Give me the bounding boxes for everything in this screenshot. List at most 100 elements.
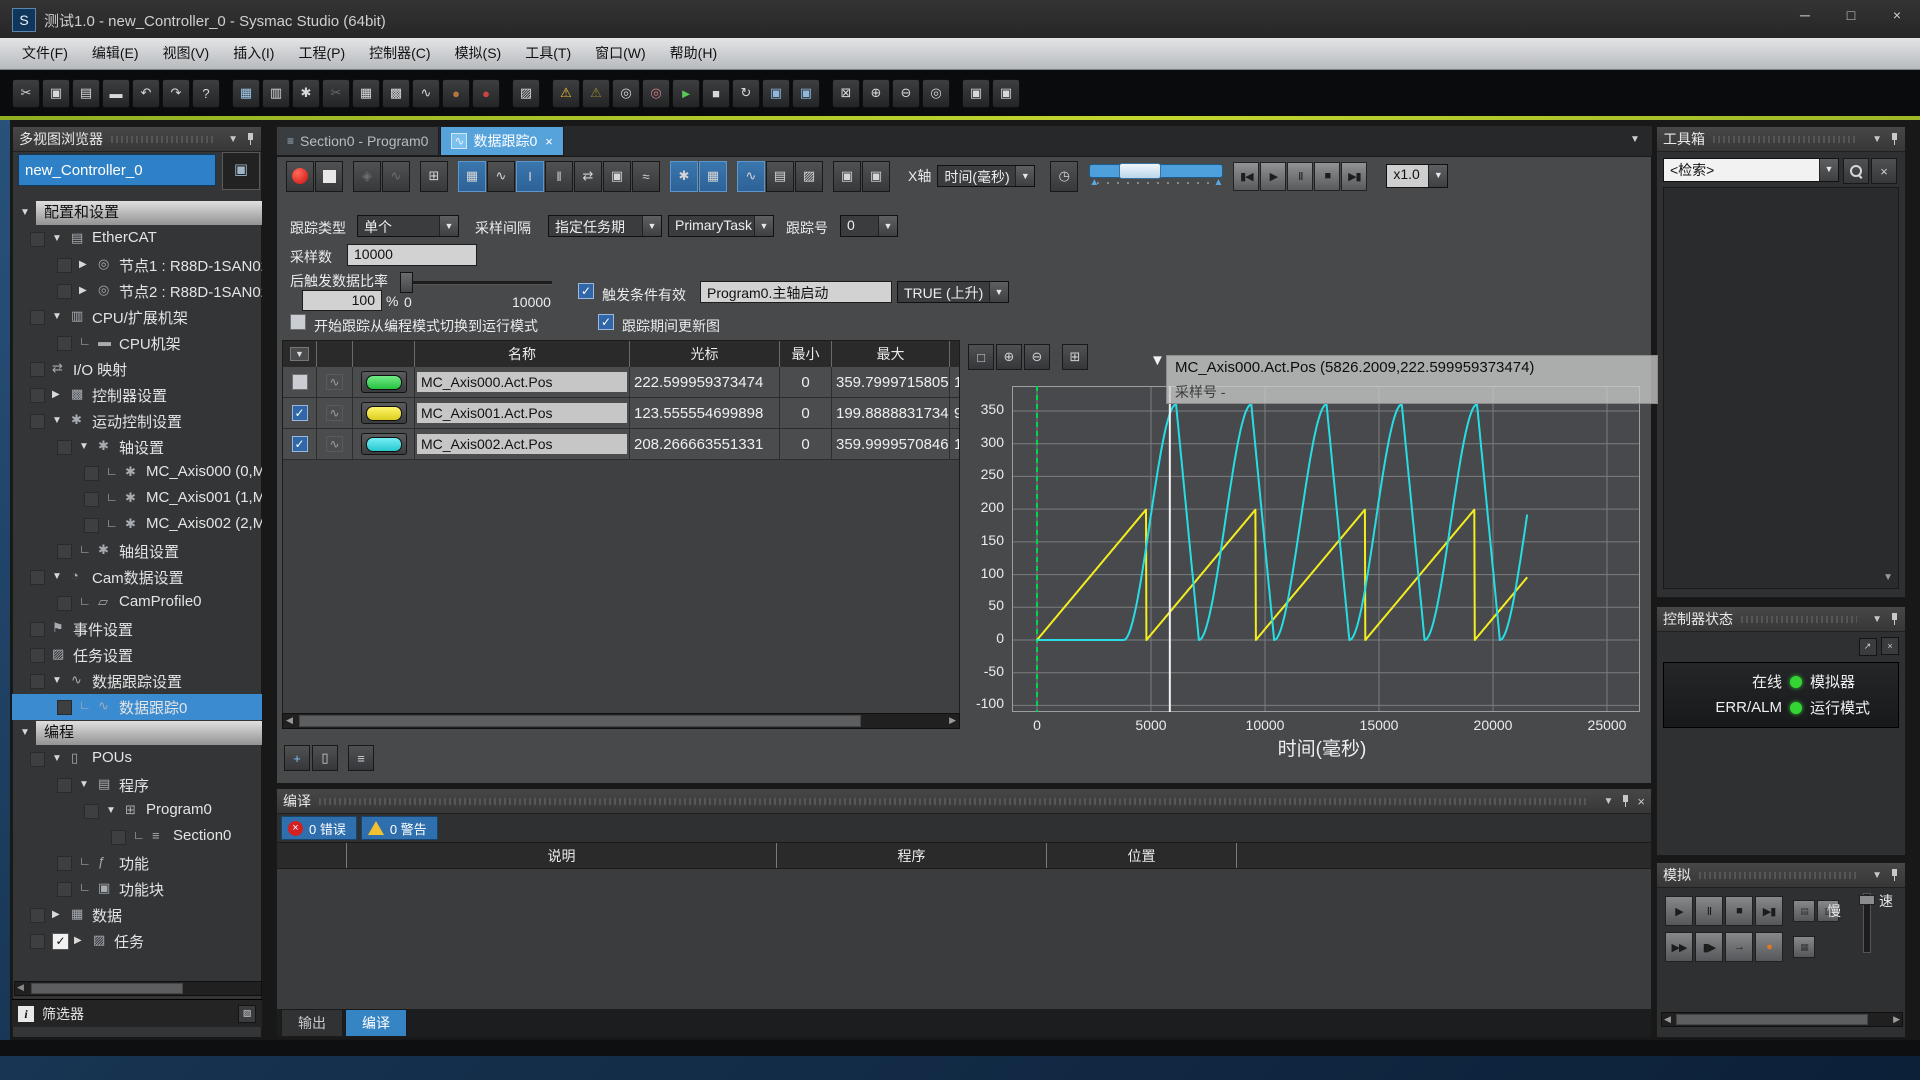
filter-bar[interactable]: i 筛选器 ▨ xyxy=(12,999,262,1027)
bottom-tab-2[interactable]: 编译 xyxy=(345,1009,407,1037)
delete-variable-button[interactable]: ▯ xyxy=(312,745,338,771)
scroll-left-icon[interactable]: ◀ xyxy=(17,982,24,993)
import-trace-button[interactable]: ▣ xyxy=(862,161,890,192)
sim-option-button[interactable]: ▦ xyxy=(1793,936,1815,958)
paste-button[interactable]: ▤ xyxy=(72,79,100,108)
cut-button[interactable]: ✂ xyxy=(12,79,40,108)
analog-view-button[interactable]: ∿ xyxy=(737,161,765,192)
tree-item[interactable]: ∟ƒ功能 xyxy=(12,850,262,876)
post-trigger-input[interactable]: 100 xyxy=(302,290,382,311)
trace-no-select[interactable]: 0▼ xyxy=(840,215,898,237)
zoom-in-button[interactable]: ⊕ xyxy=(862,79,890,108)
simulation-hscrollbar[interactable]: ◀ ▶ xyxy=(1661,1012,1903,1027)
compile-column-2[interactable]: 程序 xyxy=(777,843,1047,868)
bug-check-button[interactable]: ● xyxy=(442,79,470,108)
chevron-down-icon[interactable]: ▼ xyxy=(439,216,458,236)
security-button[interactable]: ▨ xyxy=(512,79,540,108)
sim-step-out-button[interactable]: → xyxy=(1725,932,1753,962)
scrollbar-thumb[interactable] xyxy=(1676,1014,1868,1025)
transfer-settings-button[interactable]: ⊞ xyxy=(420,161,448,192)
minimize-button[interactable]: ─ xyxy=(1782,0,1828,30)
chart-zoom-in-button[interactable]: ⊕ xyxy=(996,344,1022,370)
show-two-cursors-button[interactable]: ‖ xyxy=(545,161,573,192)
scroll-left-icon[interactable]: ◀ xyxy=(1664,1014,1671,1025)
variable-row-3[interactable]: ✓∿MC_Axis002.Act.Pos208.2666635513310359… xyxy=(283,429,959,460)
sim-stop-button[interactable]: ■ xyxy=(1725,896,1753,926)
sim-pause-button[interactable]: Ⅱ xyxy=(1695,896,1723,926)
menu-item-6[interactable]: 控制器(C) xyxy=(357,38,442,69)
menu-item-3[interactable]: 视图(V) xyxy=(151,38,222,69)
monitor-2-button[interactable]: ▣ xyxy=(792,79,820,108)
export-trace-button[interactable]: ▣ xyxy=(833,161,861,192)
chart-grid-button[interactable]: ⊞ xyxy=(1062,344,1088,370)
chart-select-button[interactable]: □ xyxy=(968,344,994,370)
chevron-down-icon[interactable]: ▼ xyxy=(989,282,1008,302)
trigger-enable-checkbox[interactable]: ✓ xyxy=(578,283,594,299)
help-button[interactable]: ? xyxy=(192,79,220,108)
tree-item[interactable]: ∟✱MC_Axis002 (2,MC1 xyxy=(12,512,262,538)
tree-item[interactable]: ▼∿数据跟踪设置 xyxy=(12,668,262,694)
error-count-chip[interactable]: ×0 错误 xyxy=(281,816,357,840)
display-checkbox[interactable]: ✓ xyxy=(292,436,308,452)
chevron-down-icon[interactable]: ▼ xyxy=(754,216,773,236)
tree-item[interactable]: ∟▱CamProfile0 xyxy=(12,590,262,616)
range-start-marker[interactable]: ▲ xyxy=(1089,177,1099,188)
filter-expand-icon[interactable]: ▨ xyxy=(238,1005,256,1023)
tree-item[interactable]: ▼▤EtherCAT xyxy=(12,226,262,252)
cursor-sync-button[interactable]: ⇄ xyxy=(574,161,602,192)
tree-item[interactable]: ▼⊞Program0 xyxy=(12,798,262,824)
pin-icon[interactable] xyxy=(1621,795,1630,808)
3d-view-button[interactable]: ▦ xyxy=(232,79,260,108)
chart-zoom-out-button[interactable]: ⊖ xyxy=(1024,344,1050,370)
tree-item[interactable]: ▨任务设置 xyxy=(12,642,262,668)
build-project-button[interactable]: ⚠ xyxy=(552,79,580,108)
delete-button[interactable]: ▬ xyxy=(102,79,130,108)
display-checkbox[interactable] xyxy=(292,374,308,390)
tree-item[interactable]: ▼✱轴设置 xyxy=(12,434,262,460)
check-all-programs-button[interactable]: ◎ xyxy=(612,79,640,108)
tree-item[interactable]: ∟▬CPU机架 xyxy=(12,330,262,356)
scroll-right-icon[interactable]: ▶ xyxy=(949,715,956,726)
bottom-tab-1[interactable]: 输出 xyxy=(281,1009,343,1037)
show-grid-button[interactable]: ▦ xyxy=(458,161,486,192)
check-selected-button[interactable]: ◎ xyxy=(642,79,670,108)
cursor-marker-icon[interactable]: ▼ xyxy=(1150,352,1165,369)
scrollbar-thumb[interactable] xyxy=(299,715,861,727)
menu-item-10[interactable]: 帮助(H) xyxy=(658,38,729,69)
sim-break-button[interactable]: ● xyxy=(1755,932,1783,962)
x-axis-select[interactable]: 时间(毫秒)▼ xyxy=(937,165,1035,187)
trace-chart[interactable] xyxy=(1012,386,1640,712)
digital-view-button[interactable]: ▤ xyxy=(766,161,794,192)
expander-icon[interactable]: ▶ xyxy=(52,909,60,920)
chevron-down-icon[interactable]: ▼ xyxy=(1604,796,1614,807)
line-color-button[interactable] xyxy=(361,371,407,393)
variable-name-field[interactable]: MC_Axis001.Act.Pos xyxy=(417,403,627,423)
sim-run-continuous-button[interactable]: ▶▶ xyxy=(1665,932,1693,962)
toolbox-expand-icon[interactable]: ▼ xyxy=(1883,572,1893,583)
pin-icon[interactable] xyxy=(1890,133,1899,146)
expander-icon[interactable]: ▼ xyxy=(20,727,30,738)
add-variable-button[interactable]: + xyxy=(284,745,310,771)
copy-button[interactable]: ▣ xyxy=(42,79,70,108)
tree-item[interactable]: ∟✱MC_Axis000 (0,MC1 xyxy=(12,460,262,486)
tree-item[interactable]: ∟✱轴组设置 xyxy=(12,538,262,564)
tree-item[interactable]: ∟✱MC_Axis001 (1,MC1 xyxy=(12,486,262,512)
column-header-1[interactable]: 名称 xyxy=(415,341,630,367)
column-header-4[interactable]: 最大 xyxy=(832,341,950,367)
expander-icon[interactable]: ▼ xyxy=(106,805,116,816)
editor-tab-2[interactable]: ∿数据跟踪0× xyxy=(440,126,563,156)
pin-icon[interactable] xyxy=(1890,869,1899,882)
pin-icon[interactable] xyxy=(246,133,255,146)
menu-item-5[interactable]: 工程(P) xyxy=(286,38,357,69)
bug-run-button[interactable]: ● xyxy=(472,79,500,108)
close-button[interactable]: × xyxy=(1874,0,1920,30)
chevron-down-icon[interactable]: ▼ xyxy=(642,216,661,236)
redo-button[interactable]: ↷ xyxy=(162,79,190,108)
maximize-button[interactable]: □ xyxy=(1828,0,1874,30)
trace-options-button[interactable]: ✱ xyxy=(670,161,698,192)
global-setting-1-button[interactable]: ▣ xyxy=(962,79,990,108)
expander-icon[interactable]: ▼ xyxy=(79,779,89,790)
expander-icon[interactable]: ▼ xyxy=(52,571,62,582)
interval-select[interactable]: 指定任务期▼ xyxy=(548,215,662,237)
trigger-variable-input[interactable]: Program0.主轴启动 xyxy=(700,281,892,303)
